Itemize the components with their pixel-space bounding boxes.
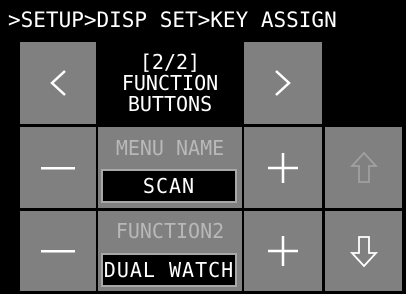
chevron-right-icon [275, 70, 291, 96]
function2-value: DUAL WATCH [101, 253, 237, 287]
menu-name-decrement-button[interactable] [20, 127, 96, 208]
minus-icon [41, 250, 75, 253]
menu-name-slot: MENU NAME SCAN [98, 127, 242, 208]
function2-decrement-button[interactable] [20, 211, 96, 291]
arrow-down-icon [349, 236, 378, 268]
plus-icon [268, 236, 298, 266]
previous-page-button[interactable] [20, 42, 96, 124]
function2-increment-button[interactable] [244, 211, 322, 291]
key-assign-screen: >SETUP>DISP SET>KEY ASSIGN [2/2] FUNCTIO… [0, 0, 406, 294]
minus-icon [41, 166, 75, 169]
page-number: [2/2] [139, 49, 201, 74]
page-title-line2: BUTTONS [127, 91, 213, 116]
scroll-down-button[interactable] [325, 211, 402, 291]
breadcrumb: >SETUP>DISP SET>KEY ASSIGN [8, 8, 337, 32]
page-title-line1: FUNCTION [121, 70, 219, 95]
menu-name-increment-button[interactable] [244, 127, 322, 208]
menu-name-label: MENU NAME [115, 136, 225, 160]
arrow-up-icon [349, 151, 378, 183]
function2-label: FUNCTION2 [115, 219, 225, 243]
function2-slot: FUNCTION2 DUAL WATCH [98, 211, 242, 291]
page-indicator: [2/2] FUNCTION BUTTONS [98, 42, 242, 124]
chevron-left-icon [50, 70, 66, 96]
menu-name-value: SCAN [101, 169, 237, 203]
scroll-up-button[interactable] [325, 127, 402, 208]
next-page-button[interactable] [244, 42, 322, 124]
plus-icon [268, 152, 298, 183]
